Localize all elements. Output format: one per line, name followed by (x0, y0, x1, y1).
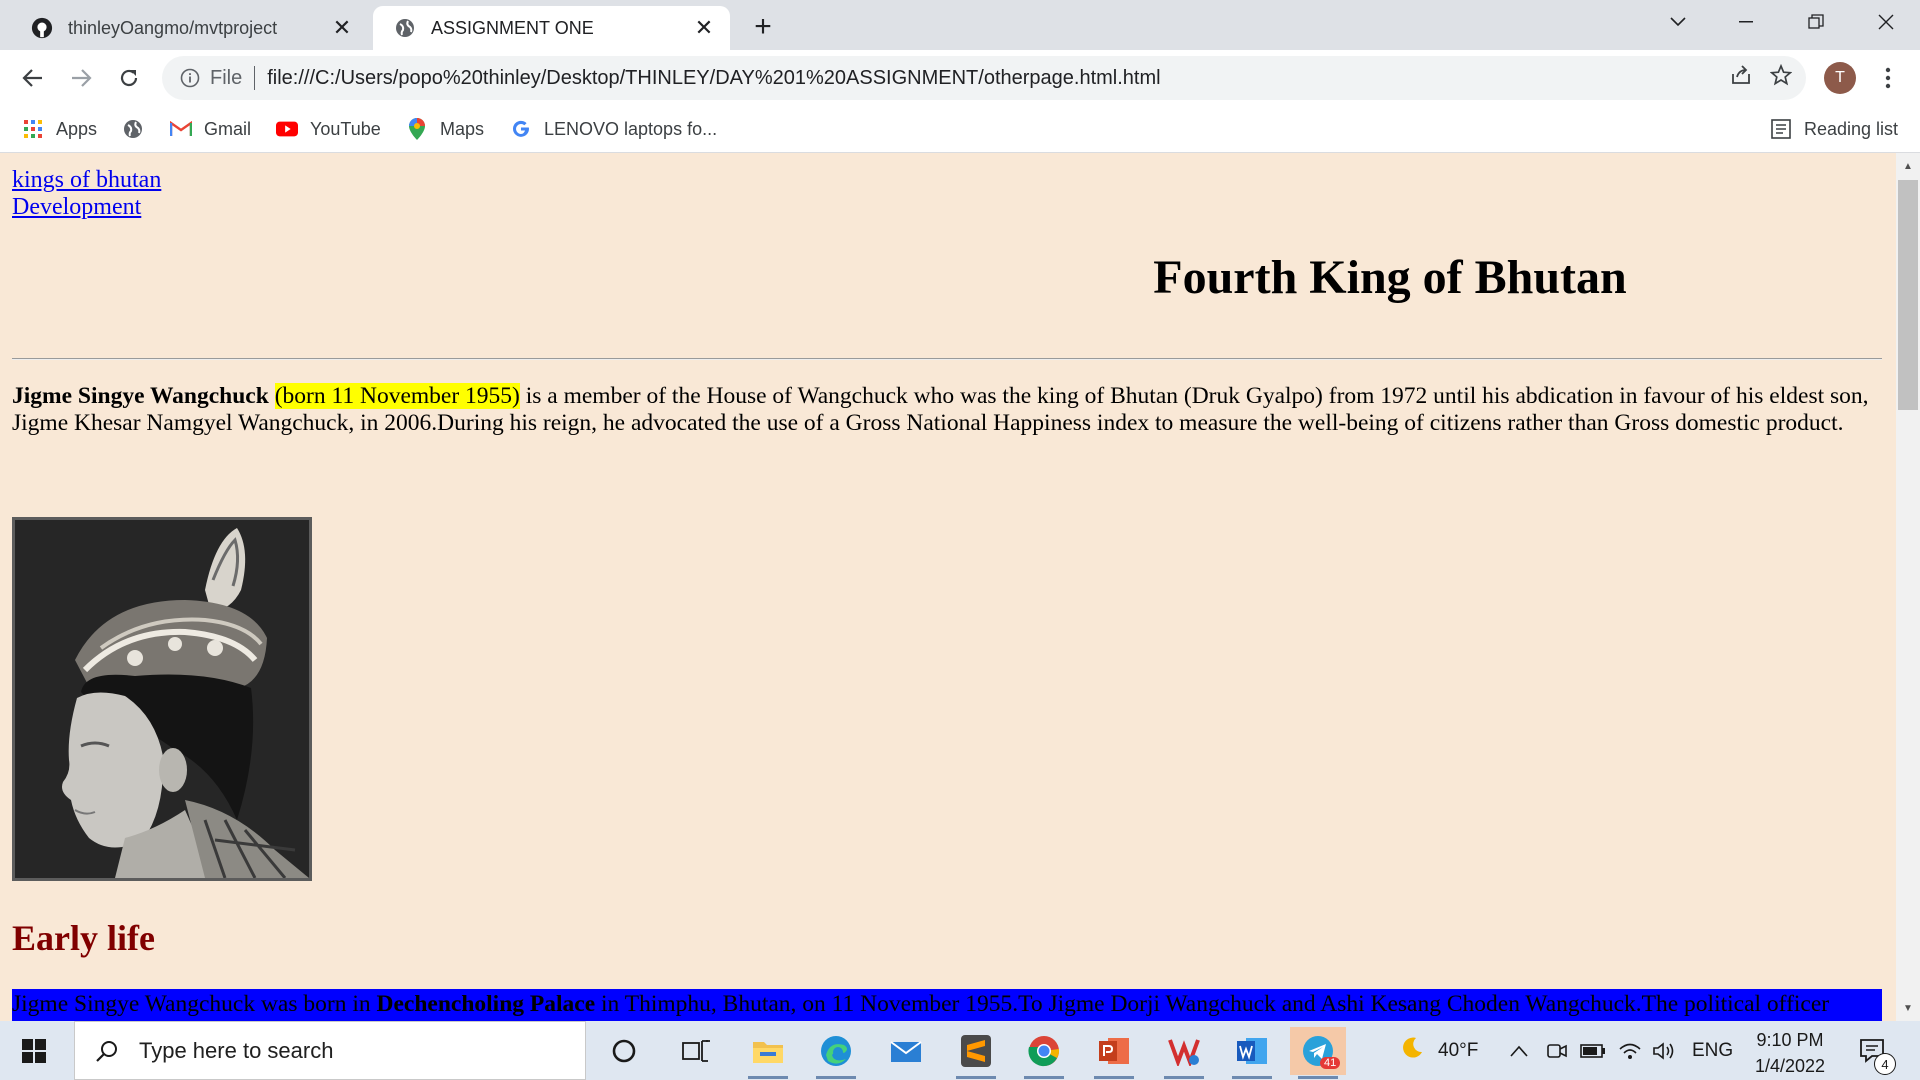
reading-list-button[interactable]: Reading list (1770, 114, 1898, 144)
page-title: Fourth King of Bhutan (1153, 251, 1627, 304)
menu-kebab-icon[interactable] (1876, 62, 1900, 94)
telegram-icon[interactable]: 41 (1290, 1027, 1346, 1079)
back-arrow-icon[interactable] (16, 61, 50, 95)
show-hidden-icons-chevron-icon[interactable] (1510, 1021, 1528, 1080)
sublime-text-icon[interactable] (948, 1027, 1004, 1079)
early-life-paragraph: Jigme Singye Wangchuck was born in Deche… (12, 989, 1882, 1021)
bookmark-label: Gmail (204, 118, 252, 139)
word-icon[interactable] (1224, 1027, 1280, 1079)
early-life-text-continued: in Thimphu, Bhutan, on 11 November 1955.… (595, 991, 1830, 1017)
windows-start-icon[interactable] (12, 1031, 56, 1071)
tab-title: ASSIGNMENT ONE (431, 17, 594, 38)
tab-title: thinleyOangmo/mvtproject (68, 17, 278, 38)
early-life-text: Jigme Singye Wangchuck was born in (12, 991, 377, 1017)
tab-assignment-one[interactable]: ASSIGNMENT ONE ✕ (373, 6, 730, 50)
new-tab-button[interactable]: + (748, 10, 778, 43)
bookmark-label: YouTube (310, 118, 381, 139)
windows-taskbar: Type here to search 41 40°F ENG 9:10 PM … (0, 1021, 1920, 1080)
divider (254, 66, 256, 90)
reload-icon[interactable] (112, 61, 146, 95)
powerpoint-icon[interactable] (1086, 1027, 1142, 1079)
bookmark-globe[interactable] (122, 114, 156, 144)
youtube-icon (276, 118, 298, 140)
globe-icon (393, 16, 417, 40)
nav-links: kings of bhutan Development (12, 167, 161, 221)
page-viewport: kings of bhutan Development Fourth King … (0, 153, 1896, 1021)
intro-paragraph: Jigme Singye Wangchuck (born 11 November… (12, 383, 1882, 437)
meet-now-icon[interactable] (1546, 1021, 1568, 1080)
horizontal-rule (12, 358, 1882, 360)
bookmark-label: Maps (440, 118, 485, 139)
url-text[interactable]: file:///C:/Users/popo%20thinley/Desktop/… (267, 67, 1160, 90)
share-icon[interactable] (1730, 64, 1752, 91)
bookmark-youtube[interactable]: YouTube (276, 114, 381, 144)
bookmark-lenovo[interactable]: LENOVO laptops fo... (510, 114, 717, 144)
minimize-button[interactable] (1716, 0, 1776, 44)
scheme-label: File (210, 66, 243, 89)
gmail-icon (170, 118, 192, 140)
scroll-up-arrow-icon[interactable]: ▲ (1896, 155, 1920, 177)
bookmark-gmail[interactable]: Gmail (170, 114, 251, 144)
king-portrait-image (12, 517, 312, 881)
address-bar[interactable]: File file:///C:/Users/popo%20thinley/Des… (162, 56, 1806, 100)
search-placeholder: Type here to search (139, 1037, 334, 1063)
apps-grid-icon (22, 118, 44, 140)
bookmark-label: LENOVO laptops fo... (544, 118, 718, 139)
birth-date-highlight: (born 11 November 1955) (274, 383, 520, 409)
mail-icon[interactable] (878, 1027, 934, 1075)
link-development[interactable]: Development (12, 194, 161, 221)
tab-strip: thinleyOangmo/mvtproject ✕ ASSIGNMENT ON… (0, 0, 1920, 50)
system-clock[interactable]: 9:10 PM 1/4/2022 (1730, 1027, 1850, 1079)
taskbar-search-box[interactable]: Type here to search (74, 1021, 586, 1080)
bookmarks-bar: Apps Gmail YouTube Maps LENOVO laptops f… (0, 106, 1920, 153)
weather-widget[interactable]: 40°F (1400, 1021, 1478, 1080)
reading-list-icon (1770, 118, 1792, 140)
file-explorer-icon[interactable] (740, 1027, 796, 1079)
telegram-badge: 41 (1320, 1057, 1341, 1069)
temperature: 40°F (1438, 1039, 1479, 1061)
notification-badge: 4 (1874, 1053, 1896, 1075)
link-kings-of-bhutan[interactable]: kings of bhutan (12, 167, 161, 194)
scrollbar-thumb[interactable] (1898, 180, 1918, 410)
palace-name: Dechencholing Palace (376, 991, 596, 1017)
bookmark-apps[interactable]: Apps (22, 114, 97, 144)
github-icon (30, 16, 54, 40)
bookmark-label: Apps (56, 118, 98, 139)
volume-icon[interactable] (1652, 1021, 1676, 1080)
edge-icon[interactable] (808, 1027, 864, 1079)
browser-toolbar: File file:///C:/Users/popo%20thinley/Des… (0, 50, 1920, 106)
wifi-icon[interactable] (1618, 1021, 1642, 1080)
wps-office-icon[interactable] (1156, 1027, 1212, 1079)
info-icon[interactable] (178, 66, 202, 90)
clock-date: 1/4/2022 (1754, 1056, 1826, 1076)
cortana-icon[interactable] (596, 1027, 652, 1075)
input-language[interactable]: ENG (1692, 1021, 1733, 1080)
forward-arrow-icon[interactable] (64, 61, 98, 95)
close-tab-icon[interactable]: ✕ (692, 15, 716, 40)
king-name: Jigme Singye Wangchuck (12, 383, 269, 409)
globe-icon (122, 118, 144, 140)
bookmark-star-icon[interactable] (1769, 63, 1793, 91)
moon-icon (1400, 1036, 1424, 1066)
battery-icon[interactable] (1580, 1021, 1606, 1080)
scroll-down-arrow-icon[interactable]: ▼ (1896, 997, 1920, 1019)
close-tab-icon[interactable]: ✕ (330, 15, 354, 40)
restore-button[interactable] (1786, 0, 1846, 44)
reading-list-label: Reading list (1804, 118, 1899, 139)
maps-pin-icon (406, 118, 428, 140)
notification-center-icon[interactable]: 4 (1858, 1021, 1896, 1080)
google-g-icon (510, 118, 532, 140)
bookmark-maps[interactable]: Maps (406, 114, 484, 144)
close-window-button[interactable] (1856, 0, 1916, 44)
tab-github[interactable]: thinleyOangmo/mvtproject ✕ (10, 6, 368, 50)
task-view-icon[interactable] (668, 1027, 724, 1075)
chrome-icon[interactable] (1016, 1027, 1072, 1079)
section-heading-early-life: Early life (12, 918, 155, 958)
clock-time: 9:10 PM (1756, 1030, 1824, 1050)
tab-search-chevron-icon[interactable] (1648, 0, 1708, 44)
avatar[interactable]: T (1824, 62, 1856, 94)
search-icon (93, 1037, 121, 1065)
